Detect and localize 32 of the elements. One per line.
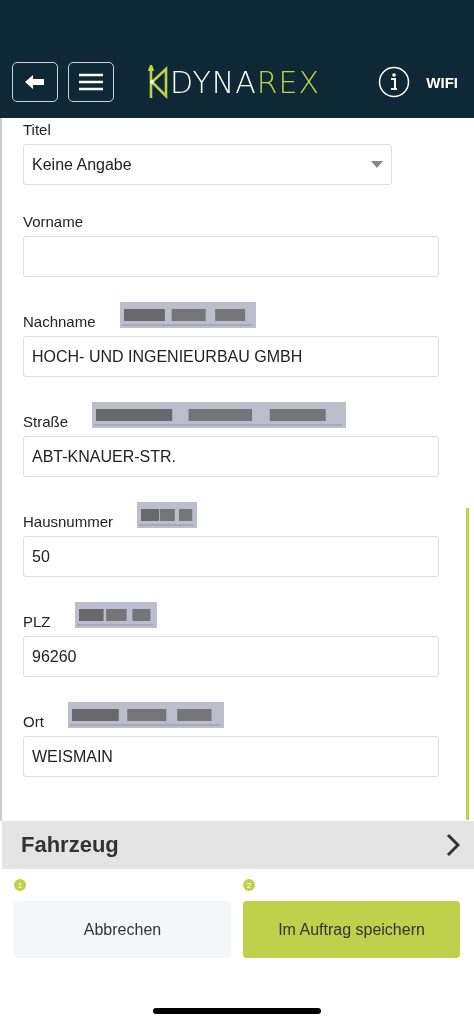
menu-button[interactable]	[68, 62, 114, 102]
back-button[interactable]	[12, 62, 58, 102]
field-label: Vorname	[23, 213, 84, 232]
field-label: Titel	[23, 121, 51, 140]
step-badge: 2	[243, 879, 255, 891]
caret-icon	[371, 161, 383, 168]
chevron-icon	[446, 833, 460, 857]
action-button[interactable]: Abbrechen	[14, 901, 231, 958]
field-label: Ort	[23, 713, 44, 732]
input-field[interactable]: ABT-KNAUER-STR.	[23, 436, 439, 477]
logo-text: REX	[256, 64, 321, 100]
network-status: WIFI	[426, 73, 458, 91]
input-field[interactable]: 50	[23, 536, 439, 577]
scrollbar[interactable]	[466, 508, 469, 820]
section-header[interactable]: Fahrzeug	[2, 821, 474, 869]
input-field[interactable]: WEISMAIN	[23, 736, 439, 777]
field-label: Nachname	[23, 313, 96, 332]
field-label: PLZ	[23, 613, 51, 632]
info-icon[interactable]	[378, 66, 411, 98]
logo-icon	[148, 65, 168, 99]
title-dropdown[interactable]: Keine Angabe	[23, 144, 392, 185]
input-field[interactable]: HOCH- UND INGENIEURBAU GMBH	[23, 336, 439, 377]
menu-icon	[78, 73, 104, 91]
step-badge: 1	[14, 879, 26, 891]
logo-text: DYNA	[170, 64, 257, 100]
field-label: Straße	[23, 413, 68, 432]
input-field[interactable]	[23, 236, 439, 277]
input-field[interactable]: 96260	[23, 636, 439, 677]
arrow-left-icon	[24, 74, 46, 90]
field-label: Hausnummer	[23, 513, 114, 532]
action-button[interactable]: Im Auftrag speichern	[243, 901, 460, 958]
dropdown-value: Keine Angabe	[32, 155, 132, 174]
